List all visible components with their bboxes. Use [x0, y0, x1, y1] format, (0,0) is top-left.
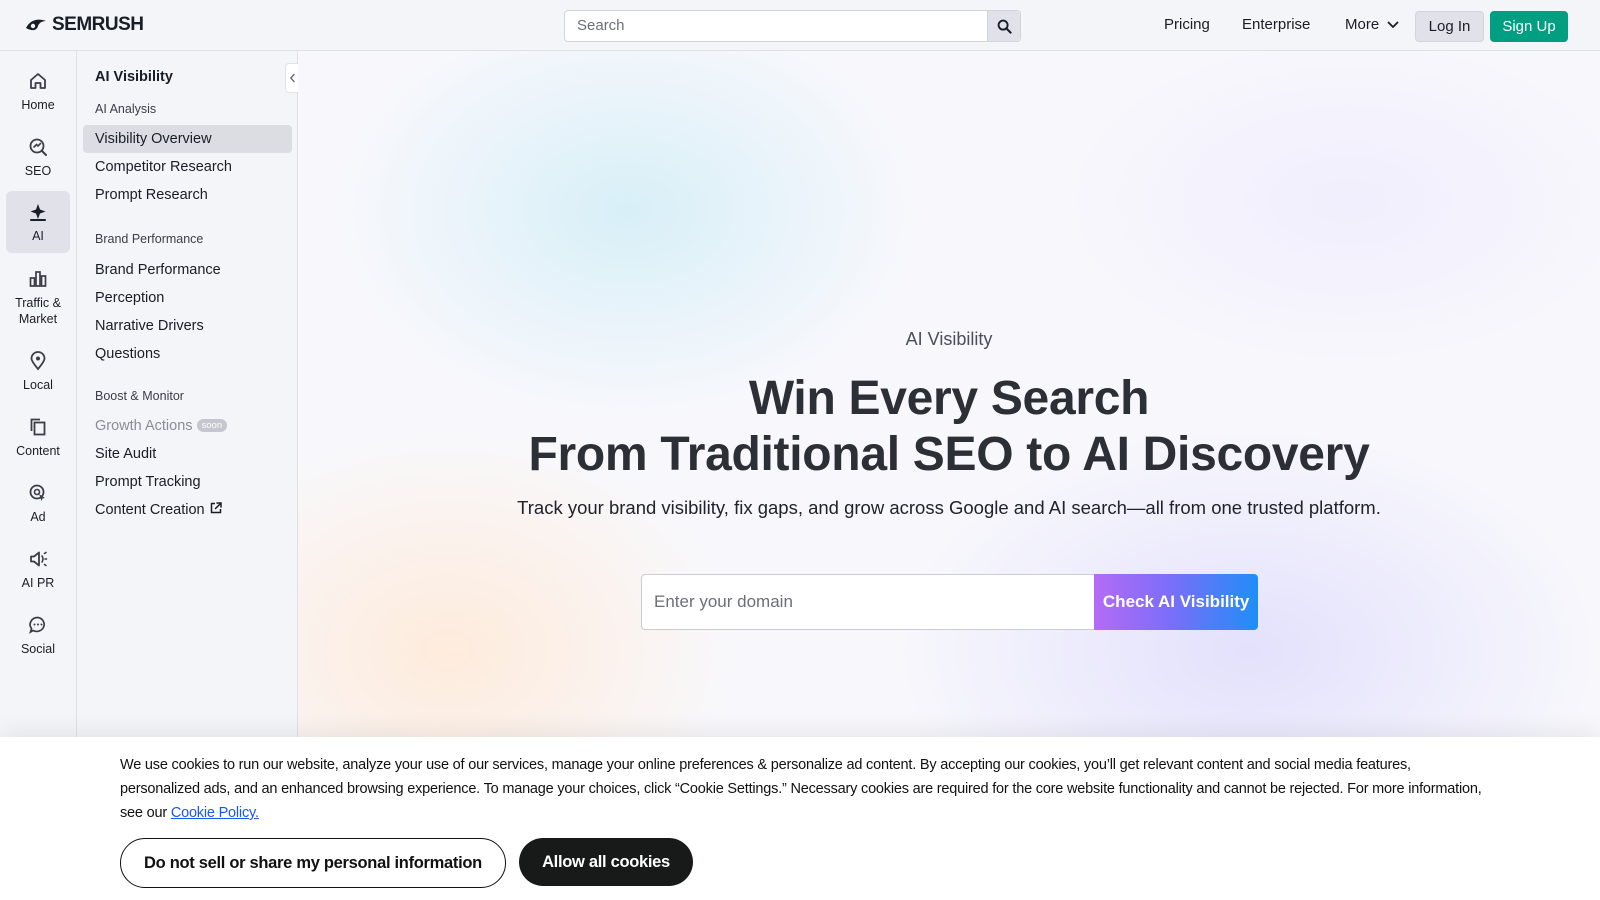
headline-line-2: From Traditional SEO to AI Discovery: [528, 428, 1370, 481]
chat-bubble-icon: [29, 616, 45, 634]
semrush-logo[interactable]: SEMRUSH: [24, 14, 144, 36]
nav-more-label: More: [1345, 16, 1380, 33]
chevron-left-icon: [289, 73, 295, 83]
rail-label: Home: [21, 97, 55, 112]
sidebar-item-prompt-tracking[interactable]: Prompt Tracking: [83, 468, 292, 496]
ad-icon: [29, 484, 45, 501]
top-header: SEMRUSH Search Pricing Enterprise More L…: [0, 0, 1600, 51]
cookie-banner: We use cookies to run our website, analy…: [0, 737, 1600, 900]
rail-item-ai-pr[interactable]: AI PR: [6, 539, 70, 599]
do-not-sell-button[interactable]: Do not sell or share my personal informa…: [120, 838, 506, 888]
hero-subline: Track your brand visibility, fix gaps, a…: [517, 497, 1381, 518]
rail-label: Traffic & Market: [15, 295, 61, 326]
rail-label: Content: [16, 443, 60, 458]
chevron-down-icon: [1387, 21, 1399, 28]
rail-item-ai[interactable]: AI: [6, 191, 70, 253]
domain-form: Enter your domain Check AI Visibility: [641, 574, 1258, 630]
rail-label: Ad: [30, 509, 46, 524]
check-ai-visibility-button[interactable]: Check AI Visibility: [1094, 574, 1258, 630]
logo-text: SEMRUSH: [52, 14, 144, 35]
rail-item-content[interactable]: Content: [6, 407, 70, 467]
sidebar-item-narrative-drivers[interactable]: Narrative Drivers: [83, 312, 292, 340]
ai-icon: [30, 203, 46, 221]
location-pin-icon: [30, 350, 46, 370]
rail-item-traffic-market[interactable]: Traffic & Market: [6, 259, 70, 335]
nav-pricing[interactable]: Pricing: [1164, 16, 1210, 33]
soon-badge: soon: [196, 419, 228, 432]
sidebar-group-ai-analysis: AI Analysis: [95, 102, 157, 116]
cookie-policy-link[interactable]: Cookie Policy.: [171, 805, 259, 821]
rail-label: SEO: [24, 163, 52, 178]
sidebar-item-label: Growth Actions: [95, 418, 193, 434]
rail-item-social[interactable]: Social: [6, 605, 70, 665]
sidebar-item-competitor-research[interactable]: Competitor Research: [83, 153, 292, 181]
nav-more[interactable]: More: [1345, 16, 1399, 33]
semrush-flame-icon: [26, 19, 46, 31]
nav-enterprise[interactable]: Enterprise: [1242, 16, 1310, 33]
search-bar[interactable]: Search: [564, 10, 1021, 42]
cookie-message: We use cookies to run our website, analy…: [120, 757, 1482, 821]
rail-label: Social: [20, 641, 56, 656]
login-button[interactable]: Log In: [1415, 11, 1484, 42]
external-link-icon: [210, 502, 222, 514]
sidebar-item-site-audit[interactable]: Site Audit: [83, 440, 292, 468]
hero-headline: Win Every Search From Traditional SEO to…: [298, 371, 1600, 483]
content-icon: [30, 418, 46, 435]
signup-button[interactable]: Sign Up: [1490, 11, 1568, 42]
sidebar-title: AI Visibility: [95, 69, 173, 85]
seo-icon: [29, 138, 47, 156]
headline-line-1: Win Every Search: [748, 372, 1150, 425]
sidebar-item-visibility-overview[interactable]: Visibility Overview: [83, 125, 292, 153]
sidebar-item-questions[interactable]: Questions: [83, 340, 292, 368]
rail-item-local[interactable]: Local: [6, 341, 70, 401]
megaphone-icon: [30, 551, 48, 566]
rail-item-ad[interactable]: Ad: [6, 473, 70, 533]
allow-all-cookies-button[interactable]: Allow all cookies: [519, 838, 693, 886]
search-button[interactable]: [987, 11, 1020, 41]
sidebar-item-growth-actions: Growth Actions soon: [83, 412, 292, 440]
sidebar-group-boost-monitor: Boost & Monitor: [95, 389, 184, 403]
bar-chart-icon: [29, 270, 47, 287]
rail-label: AI PR: [21, 575, 55, 590]
sidebar-item-perception[interactable]: Perception: [83, 284, 292, 312]
collapse-sidebar-button[interactable]: [285, 63, 299, 93]
rail-item-home[interactable]: Home: [6, 61, 70, 121]
rail-item-seo[interactable]: SEO: [6, 127, 70, 187]
rail-label: AI: [32, 228, 44, 243]
sidebar-group-brand-performance: Brand Performance: [95, 232, 204, 246]
search-input[interactable]: Search: [565, 11, 987, 41]
sidebar-item-content-creation[interactable]: Content Creation: [83, 496, 292, 524]
cookie-text: We use cookies to run our website, analy…: [120, 753, 1490, 825]
domain-input[interactable]: Enter your domain: [641, 574, 1095, 630]
sidebar-item-brand-performance[interactable]: Brand Performance: [83, 256, 292, 284]
rail-label: Local: [23, 377, 53, 392]
search-icon: [997, 19, 1012, 34]
hero-eyebrow: AI Visibility: [905, 329, 993, 349]
sidebar-item-label: Content Creation: [95, 502, 205, 518]
home-icon: [30, 72, 46, 89]
sidebar-item-prompt-research[interactable]: Prompt Research: [83, 181, 292, 209]
